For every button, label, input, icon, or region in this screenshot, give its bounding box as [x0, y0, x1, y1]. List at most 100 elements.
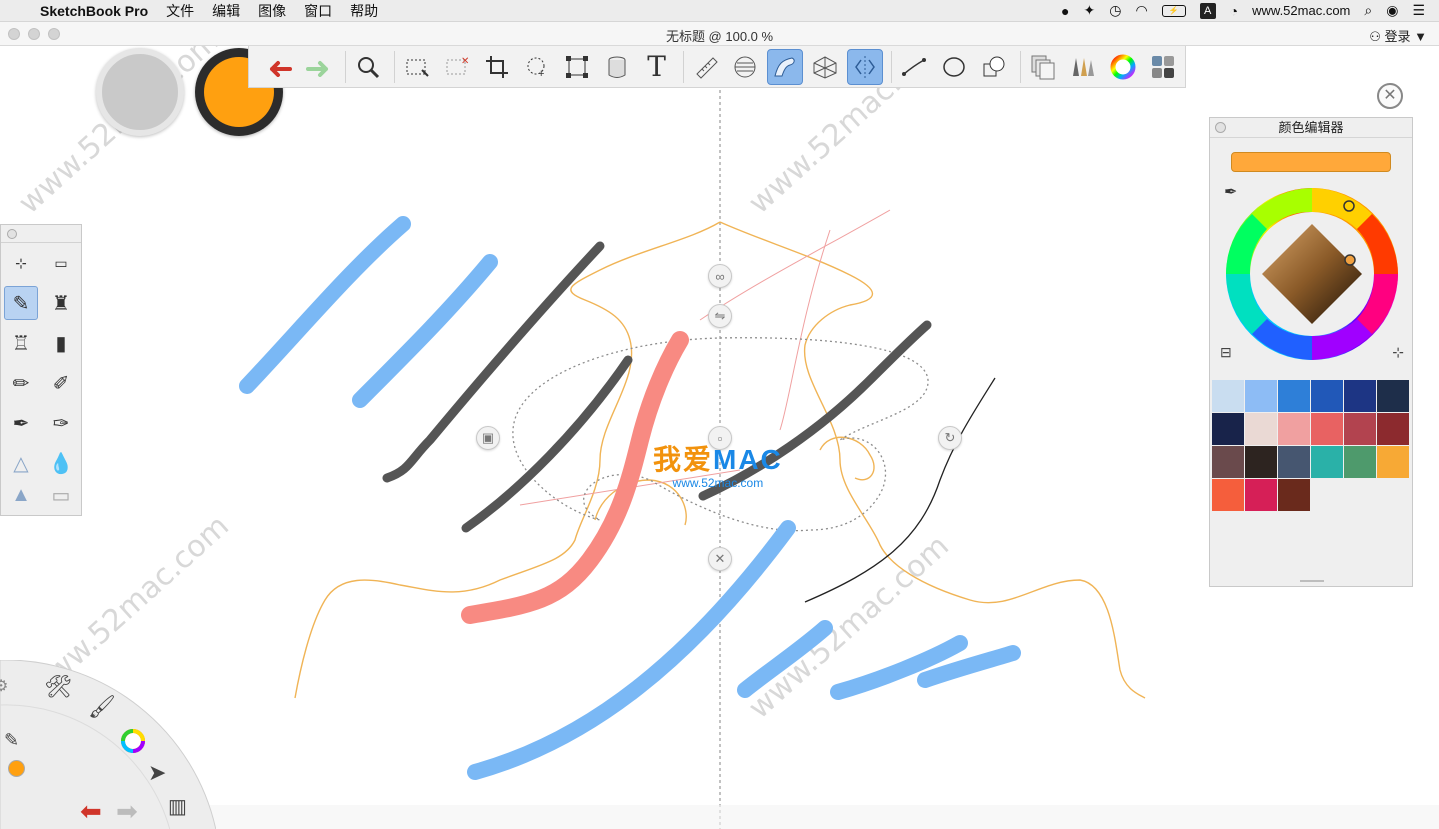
lagoon-redo-icon[interactable]: ➡ — [116, 796, 138, 827]
battery-icon[interactable]: ⚡ — [1161, 4, 1186, 17]
palette-swatch[interactable] — [1344, 413, 1376, 445]
brush-properties-icon[interactable]: ⊹ — [4, 246, 38, 280]
palette-swatch[interactable] — [1377, 413, 1409, 445]
brush-palette: ⊹ ▭ ✎ ♜ ♖ ▮ ✏ ✐ ✒ ✑ △ 💧 ▲ ▭ — [0, 224, 82, 516]
pencil-brush-icon[interactable]: ✎ — [4, 286, 38, 320]
smudge-brush-icon[interactable]: △ — [4, 446, 38, 480]
current-color-dot[interactable] — [8, 760, 25, 777]
redo-icon[interactable] — [301, 49, 337, 85]
hard-eraser-icon[interactable]: ▭ — [44, 483, 78, 507]
palette-swatch[interactable] — [1212, 479, 1244, 511]
palette-swatch[interactable] — [1377, 446, 1409, 478]
current-brush-icon[interactable]: ✎ — [4, 730, 19, 751]
mirror-icon[interactable]: ⇋ — [708, 304, 732, 328]
wifi-icon[interactable]: ◠ — [1135, 2, 1147, 19]
airbrush-icon[interactable]: ♜ — [44, 286, 78, 320]
menu-help[interactable]: 帮助 — [350, 1, 378, 21]
palette-swatch[interactable] — [1344, 446, 1376, 478]
copic-icon[interactable] — [1145, 49, 1181, 85]
undo-icon[interactable] — [261, 49, 297, 85]
menu-file[interactable]: 文件 — [166, 1, 194, 21]
spotlight-icon[interactable]: ⌕ — [1364, 2, 1372, 19]
color-picker-mode-icon[interactable]: ⊟ — [1220, 344, 1232, 361]
color-wheel-icon[interactable] — [1105, 49, 1141, 85]
lagoon-undo-icon[interactable]: ⬅ — [80, 796, 102, 827]
palette-swatch[interactable] — [1311, 413, 1343, 445]
app-menu[interactable]: SketchBook Pro — [40, 3, 148, 19]
clock-icon[interactable]: ◔ — [1230, 3, 1238, 19]
ellipse-guide-icon[interactable] — [727, 49, 763, 85]
menu-edit[interactable]: 编辑 — [212, 1, 240, 21]
perspective-icon[interactable] — [807, 49, 843, 85]
palette-swatch[interactable] — [1278, 479, 1310, 511]
text-icon[interactable]: T — [639, 49, 675, 85]
palette-swatch[interactable] — [1311, 446, 1343, 478]
lagoon-color-wheel-icon[interactable] — [118, 726, 148, 762]
select-arrow-icon[interactable]: ➤ — [148, 760, 166, 786]
ruler-icon[interactable] — [688, 49, 724, 85]
clear-selection-icon[interactable]: ✕ — [439, 49, 475, 85]
palette-swatch[interactable] — [1344, 380, 1376, 412]
palette-swatch[interactable] — [1278, 380, 1310, 412]
brush-puck[interactable] — [96, 48, 184, 136]
line-icon[interactable] — [896, 49, 932, 85]
fill-icon[interactable] — [599, 49, 635, 85]
settings-gear-icon[interactable]: ⚙ — [0, 676, 8, 696]
siri-icon[interactable]: ◉ — [1386, 2, 1398, 19]
crop-icon[interactable] — [479, 49, 515, 85]
close-transform-icon[interactable]: ✕ — [708, 547, 732, 571]
panel-close-button[interactable] — [7, 229, 17, 239]
notification-center-icon[interactable]: ☰ — [1412, 2, 1425, 19]
chisel-marker-icon[interactable]: ▮ — [44, 326, 78, 360]
qq-icon[interactable]: ● — [1061, 3, 1069, 19]
close-icon[interactable]: ✕ — [1377, 83, 1403, 109]
brushes-icon[interactable] — [1065, 49, 1101, 85]
time-machine-icon[interactable]: ◷ — [1109, 2, 1121, 19]
palette-swatch[interactable] — [1278, 413, 1310, 445]
menu-window[interactable]: 窗口 — [304, 1, 332, 21]
palette-swatch[interactable] — [1311, 380, 1343, 412]
palette-swatch[interactable] — [1278, 446, 1310, 478]
french-curve-icon[interactable] — [767, 48, 804, 85]
palette-swatch[interactable] — [1212, 380, 1244, 412]
scale-handle-icon[interactable]: ▣ — [476, 426, 500, 450]
rotate-handle-icon[interactable]: ↻ — [938, 426, 962, 450]
lasso-icon[interactable]: + — [519, 49, 555, 85]
color-sliders-icon[interactable]: ⊹ — [1392, 344, 1404, 361]
ellipse-icon[interactable] — [936, 49, 972, 85]
color-editor-header: 颜色编辑器 — [1210, 118, 1412, 138]
palette-swatch[interactable] — [1212, 446, 1244, 478]
blur-brush-icon[interactable]: 💧 — [44, 446, 78, 480]
palette-swatch[interactable] — [1245, 380, 1277, 412]
brush-tool-icon[interactable]: 🖌 — [88, 694, 116, 720]
app-status-icon[interactable]: ✦ — [1083, 2, 1095, 19]
symmetry-icon[interactable] — [847, 48, 884, 85]
palette-swatch[interactable] — [1245, 446, 1277, 478]
brush-library-icon[interactable]: ▭ — [44, 246, 78, 280]
login-button[interactable]: ⚇ 登录 ▼ — [1369, 26, 1427, 45]
toolbox-icon[interactable]: 🛠 — [44, 674, 72, 700]
palette-swatch[interactable] — [1377, 380, 1409, 412]
felt-pen-icon[interactable]: ✒ — [4, 406, 38, 440]
selected-color-swatch[interactable] — [1231, 152, 1391, 172]
paintbrush-icon[interactable]: ✐ — [44, 366, 78, 400]
shape-icon[interactable] — [976, 49, 1012, 85]
color-wheel[interactable] — [1222, 184, 1402, 364]
eraser-brush-icon[interactable]: ▲ — [4, 483, 38, 507]
panel-close-button[interactable] — [1215, 122, 1226, 133]
marker-brush-icon[interactable]: ♖ — [4, 326, 38, 360]
palette-swatch[interactable] — [1212, 413, 1244, 445]
lagoon-layers-icon[interactable]: ▥ — [168, 794, 187, 819]
layers-icon[interactable] — [1025, 49, 1061, 85]
ballpoint-brush-icon[interactable]: ✏ — [4, 366, 38, 400]
select-icon[interactable] — [399, 49, 435, 85]
symmetry-toggle-icon[interactable]: ∞ — [708, 264, 732, 288]
palette-swatch[interactable] — [1245, 479, 1277, 511]
zoom-icon[interactable] — [350, 49, 386, 85]
ink-pen-icon[interactable]: ✑ — [44, 406, 78, 440]
input-method-icon[interactable]: A — [1199, 2, 1216, 19]
panel-resize-grip[interactable] — [1300, 580, 1324, 582]
menu-image[interactable]: 图像 — [258, 1, 286, 21]
palette-swatch[interactable] — [1245, 413, 1277, 445]
transform-icon[interactable] — [559, 49, 595, 85]
